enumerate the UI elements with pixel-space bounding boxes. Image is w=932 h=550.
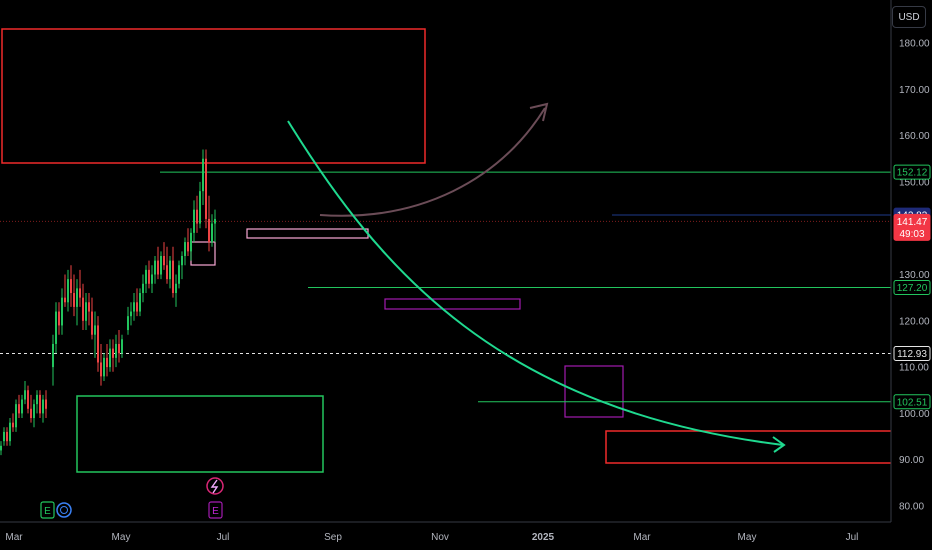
- candle-body: [115, 343, 117, 358]
- candle-body: [121, 339, 123, 354]
- candle-body: [151, 274, 153, 284]
- candle-body: [193, 209, 195, 233]
- candle-body: [97, 325, 99, 363]
- time-tick-label: Jul: [846, 532, 859, 543]
- countdown-label: 49:03: [899, 229, 924, 240]
- price-tick-label: 80.00: [899, 502, 924, 513]
- candle-body: [103, 357, 105, 377]
- candle-body: [64, 297, 66, 303]
- price-tick-label: 110.00: [899, 363, 929, 374]
- candle-body: [211, 223, 213, 243]
- candle-body: [160, 255, 162, 275]
- time-tick-label: Jul: [217, 532, 230, 543]
- candle-body: [166, 265, 168, 280]
- candle-body: [214, 218, 216, 224]
- candle-body: [39, 394, 41, 414]
- candle-body: [27, 390, 29, 409]
- price-tag-label: 127.20: [897, 283, 928, 294]
- candle-body: [94, 325, 96, 335]
- price-tick-label: 120.00: [899, 316, 930, 327]
- candle-body: [175, 283, 177, 294]
- candle-body: [45, 399, 47, 409]
- candle-body: [88, 302, 90, 312]
- candle-body: [12, 422, 14, 428]
- candle-body: [21, 399, 23, 414]
- candle-body: [109, 348, 111, 368]
- price-tick-label: 160.00: [899, 131, 930, 142]
- candle-body: [178, 265, 180, 284]
- candle-body: [187, 242, 189, 252]
- candle-body: [91, 311, 93, 335]
- price-tag-label: 141.47: [897, 217, 928, 228]
- price-tick-label: 90.00: [899, 455, 924, 466]
- candle-body: [118, 343, 120, 354]
- time-tick-label: Sep: [324, 532, 342, 543]
- candle-body: [172, 260, 174, 294]
- candle-body: [196, 209, 198, 224]
- candle-body: [139, 293, 141, 312]
- candle-body: [154, 260, 156, 275]
- candle-body: [79, 288, 81, 298]
- price-tick-label: 170.00: [899, 85, 930, 96]
- candle-body: [205, 158, 207, 219]
- candle-body: [73, 293, 75, 307]
- candle-body: [42, 399, 44, 414]
- candle-body: [136, 302, 138, 312]
- candle-body: [24, 390, 26, 400]
- candle-body: [30, 408, 32, 419]
- candle-body: [82, 297, 84, 321]
- candle-body: [85, 302, 87, 321]
- candle-body: [67, 279, 69, 303]
- candle-body: [18, 404, 20, 414]
- earnings-marker-left-letter: E: [44, 506, 51, 517]
- candle-body: [36, 394, 38, 405]
- price-tick-label: 100.00: [899, 409, 930, 420]
- candle-body: [52, 343, 54, 368]
- candle-body: [6, 431, 8, 442]
- chart-canvas[interactable]: E E 180.00170.00160.00150.00140.00130.00…: [0, 0, 932, 550]
- time-tick-label: May: [738, 532, 757, 543]
- candle-body: [145, 269, 147, 284]
- time-tick-label: May: [112, 532, 131, 543]
- candle-body: [61, 297, 63, 326]
- candle-body: [112, 348, 114, 358]
- candle-body: [76, 288, 78, 307]
- candle-body: [133, 302, 135, 312]
- price-tag-label: 112.93: [897, 349, 927, 360]
- candle-body: [184, 242, 186, 256]
- price-tag-label: 152.12: [897, 168, 928, 179]
- candle-body: [15, 404, 17, 428]
- candle-body: [70, 279, 72, 294]
- currency-button[interactable]: USD: [892, 6, 926, 28]
- time-tick-label: 2025: [532, 532, 555, 543]
- candle-body: [181, 255, 183, 266]
- candle-body: [190, 232, 192, 252]
- candle-body: [202, 158, 204, 192]
- candle-body: [0, 445, 2, 451]
- candle-body: [142, 283, 144, 294]
- price-tick-label: 130.00: [899, 270, 930, 281]
- candle-body: [9, 422, 11, 442]
- price-tag-label: 102.51: [897, 397, 928, 408]
- candle-body: [148, 269, 150, 284]
- candle-body: [169, 260, 171, 280]
- candle-body: [199, 191, 201, 224]
- candle-body: [3, 431, 5, 442]
- candle-body: [127, 316, 129, 331]
- time-tick-label: Nov: [431, 532, 449, 543]
- candle-body: [130, 311, 132, 317]
- candle-body: [208, 218, 210, 243]
- price-tick-label: 180.00: [899, 39, 930, 50]
- time-tick-label: Mar: [5, 532, 23, 543]
- candle-body: [106, 357, 108, 368]
- candle-body: [157, 260, 159, 275]
- earnings-marker-right-letter: E: [212, 506, 219, 517]
- time-tick-label: Mar: [633, 532, 651, 543]
- candle-body: [55, 311, 57, 344]
- candle-body: [163, 255, 165, 266]
- candle-body: [58, 311, 60, 326]
- candle-body: [33, 404, 35, 419]
- candle-body: [100, 362, 102, 377]
